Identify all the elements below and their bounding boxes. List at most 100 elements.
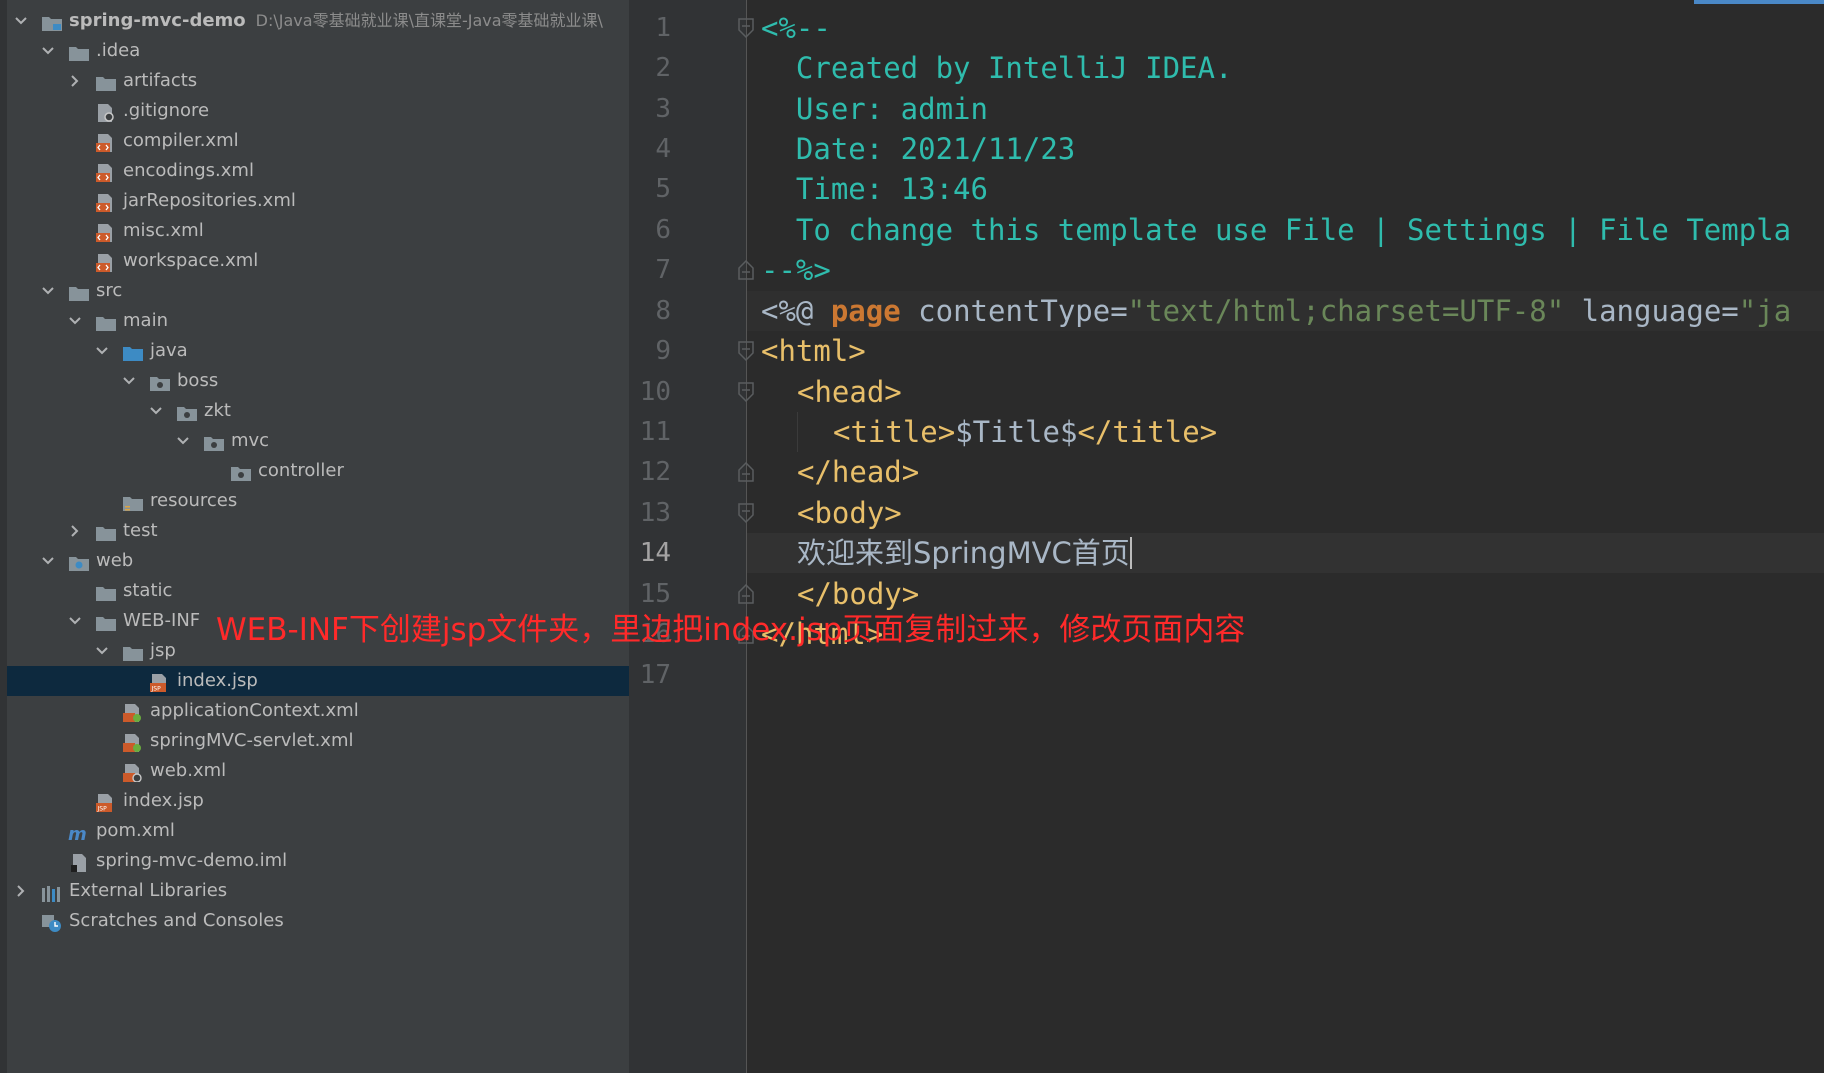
tree-item-test[interactable]: test bbox=[7, 516, 629, 546]
tree-item-label: zkt bbox=[204, 400, 231, 421]
tree-item-pom-xml[interactable]: m pom.xml bbox=[7, 816, 629, 846]
tree-item-web-xml[interactable]: web.xml bbox=[7, 756, 629, 786]
fold-close-icon[interactable] bbox=[737, 461, 755, 482]
line-number: 17 bbox=[639, 660, 671, 690]
tree-item-label: applicationContext.xml bbox=[150, 700, 359, 721]
tree-item-label: web.xml bbox=[150, 760, 227, 781]
tree-item-mvc[interactable]: mvc bbox=[7, 426, 629, 456]
code-line-3: User: admin bbox=[761, 92, 988, 126]
line-number: 9 bbox=[655, 336, 671, 366]
tree-item-jarrepositories-xml[interactable]: jarRepositories.xml bbox=[7, 186, 629, 216]
scratches-icon bbox=[41, 912, 63, 932]
tree-item-artifacts[interactable]: artifacts bbox=[7, 66, 629, 96]
fold-close-icon[interactable] bbox=[737, 583, 755, 604]
chevron-right-icon[interactable] bbox=[14, 876, 28, 906]
jsp-file-icon: JSP bbox=[95, 792, 117, 813]
tree-item-encodings-xml[interactable]: encodings.xml bbox=[7, 156, 629, 186]
tree-item-controller[interactable]: controller bbox=[7, 456, 629, 486]
code-line-10: <head> bbox=[797, 375, 902, 409]
maven-icon: m bbox=[68, 822, 90, 845]
chevron-down-icon[interactable] bbox=[41, 276, 55, 306]
fold-open-icon[interactable] bbox=[737, 503, 755, 524]
tree-item-resources[interactable]: resources bbox=[7, 486, 629, 516]
tree-item-compiler-xml[interactable]: compiler.xml bbox=[7, 126, 629, 156]
tree-item-label: java bbox=[150, 340, 188, 361]
chevron-right-icon[interactable] bbox=[68, 516, 82, 546]
chevron-down-icon[interactable] bbox=[14, 6, 28, 36]
line-number: 11 bbox=[639, 417, 671, 447]
folder-icon bbox=[95, 582, 117, 601]
line-number: 3 bbox=[655, 94, 671, 124]
xml-file-icon bbox=[95, 252, 117, 272]
code-line-13: <body> bbox=[797, 496, 902, 530]
folder-icon bbox=[122, 642, 144, 661]
tree-item-misc-xml[interactable]: misc.xml bbox=[7, 216, 629, 246]
code-line-9: <html> bbox=[761, 334, 866, 368]
chevron-down-icon[interactable] bbox=[41, 546, 55, 576]
chevron-down-icon[interactable] bbox=[95, 636, 109, 666]
line-number-current: 14 bbox=[639, 538, 671, 568]
svg-text:JSP: JSP bbox=[151, 686, 162, 693]
tree-item-web[interactable]: web bbox=[7, 546, 629, 576]
tree-item-label: artifacts bbox=[123, 70, 198, 91]
tree-item-label: test bbox=[123, 520, 158, 541]
code-line-14: 欢迎来到SpringMVC首页 bbox=[797, 533, 1132, 573]
chevron-down-icon[interactable] bbox=[41, 36, 55, 66]
chevron-down-icon[interactable] bbox=[122, 366, 136, 396]
code-line-1: <%-- bbox=[761, 11, 831, 45]
line-number: 10 bbox=[639, 377, 671, 407]
source-folder-icon bbox=[122, 342, 144, 361]
fold-open-icon[interactable] bbox=[737, 341, 755, 362]
ignore-file-icon bbox=[95, 102, 117, 122]
fold-close-icon[interactable] bbox=[737, 259, 755, 280]
chevron-right-icon[interactable] bbox=[68, 66, 82, 96]
title-close-tag: </title> bbox=[1077, 415, 1218, 449]
chevron-down-icon[interactable] bbox=[68, 306, 82, 336]
tree-item-label: jsp bbox=[150, 640, 176, 661]
tree-item-label: External Libraries bbox=[69, 880, 228, 901]
tree-item-label: index.jsp bbox=[123, 790, 204, 811]
tree-item-iml[interactable]: spring-mvc-demo.iml bbox=[7, 846, 629, 876]
code-line-12: </head> bbox=[797, 455, 920, 489]
directive-open: <%@ bbox=[761, 294, 831, 328]
chevron-down-icon[interactable] bbox=[68, 606, 82, 636]
tree-item-springmvc-servlet-xml[interactable]: springMVC-servlet.xml bbox=[7, 726, 629, 756]
tree-item-src[interactable]: src bbox=[7, 276, 629, 306]
line-number: 13 bbox=[639, 498, 671, 528]
chevron-down-icon[interactable] bbox=[95, 336, 109, 366]
xml-file-icon bbox=[95, 162, 117, 182]
fold-open-icon[interactable] bbox=[737, 18, 755, 39]
tree-item-index-jsp-selected[interactable]: JSP index.jsp bbox=[7, 666, 629, 696]
chevron-down-icon[interactable] bbox=[176, 426, 190, 456]
tree-item-label: static bbox=[123, 580, 173, 601]
tree-item-external-libraries[interactable]: External Libraries bbox=[7, 876, 629, 906]
tree-item-label: src bbox=[96, 280, 123, 301]
code-line-4: Date: 2021/11/23 bbox=[761, 132, 1076, 166]
tree-item-applicationcontext-xml[interactable]: applicationContext.xml bbox=[7, 696, 629, 726]
tree-item-index-jsp[interactable]: JSP index.jsp bbox=[7, 786, 629, 816]
package-icon bbox=[203, 432, 225, 451]
root-label: spring-mvc-demo D:\Java零基础就业课\直课堂-Java零基础… bbox=[69, 10, 603, 31]
chevron-down-icon[interactable] bbox=[149, 396, 163, 426]
tree-item-label: resources bbox=[150, 490, 238, 511]
tree-item-java[interactable]: java bbox=[7, 336, 629, 366]
tree-item-gitignore[interactable]: .gitignore bbox=[7, 96, 629, 126]
tree-item-static[interactable]: static bbox=[7, 576, 629, 606]
tree-item-main[interactable]: main bbox=[7, 306, 629, 336]
svg-text:m: m bbox=[68, 824, 87, 842]
fold-open-icon[interactable] bbox=[737, 382, 755, 403]
tree-item-workspace-xml[interactable]: workspace.xml bbox=[7, 246, 629, 276]
tree-item-label: web bbox=[96, 550, 134, 571]
tree-item-label: .gitignore bbox=[123, 100, 210, 121]
spring-xml-file-icon bbox=[122, 732, 144, 752]
tree-item-idea[interactable]: .idea bbox=[7, 36, 629, 66]
svg-text:JSP: JSP bbox=[97, 806, 108, 813]
package-icon bbox=[176, 402, 198, 421]
tree-item-boss[interactable]: boss bbox=[7, 366, 629, 396]
code-line-2: Created by IntelliJ IDEA. bbox=[761, 51, 1233, 85]
folder-icon bbox=[95, 312, 117, 331]
tree-item-label: spring-mvc-demo.iml bbox=[96, 850, 288, 871]
tree-item-zkt[interactable]: zkt bbox=[7, 396, 629, 426]
tree-item-root[interactable]: spring-mvc-demo D:\Java零基础就业课\直课堂-Java零基础… bbox=[7, 6, 629, 36]
tree-item-scratches[interactable]: Scratches and Consoles bbox=[7, 906, 629, 936]
